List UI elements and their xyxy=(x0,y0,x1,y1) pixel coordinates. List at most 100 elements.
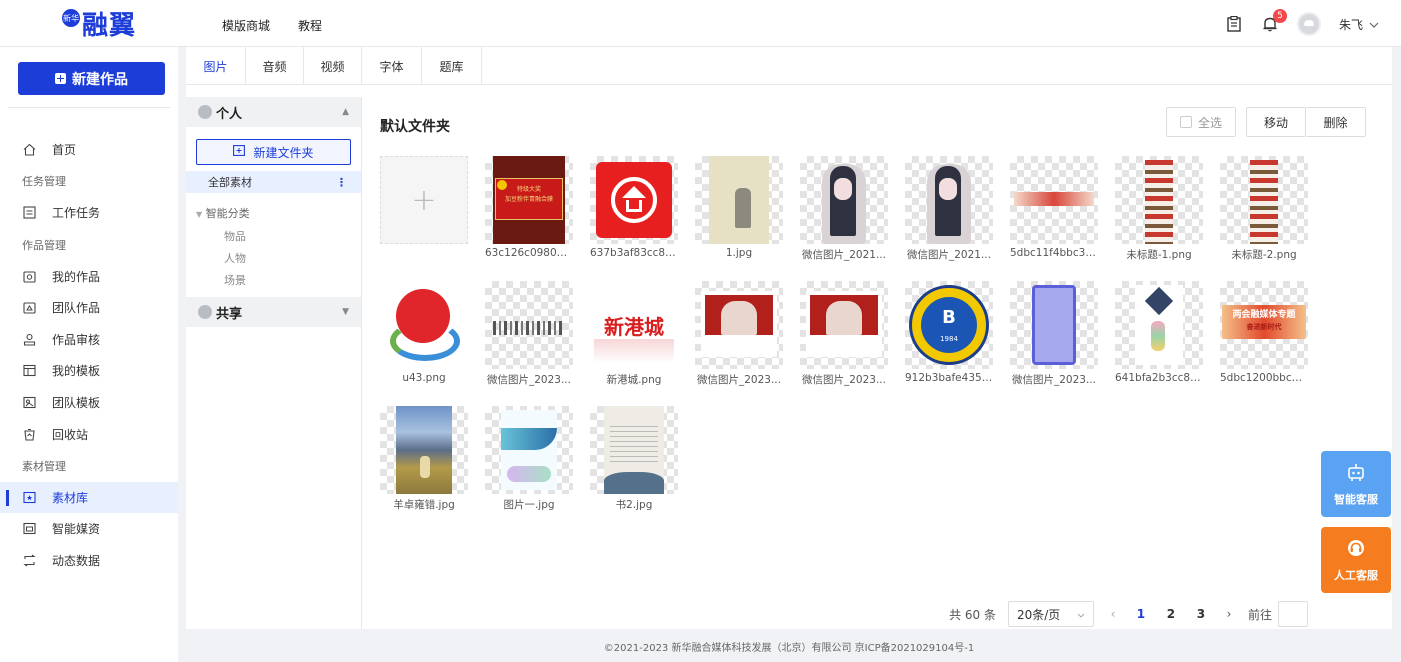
material-thumbnail[interactable]: B 1984 xyxy=(905,281,993,369)
material-thumbnail[interactable] xyxy=(800,281,888,369)
move-button[interactable]: 移动 xyxy=(1246,107,1306,137)
material-card[interactable]: 未标题-2.png xyxy=(1220,156,1308,261)
folder-objects[interactable]: 物品 xyxy=(186,225,361,247)
material-thumbnail[interactable]: 特级大奖 加豆粉伴青融合膜 xyxy=(485,156,573,244)
material-name: 63c126c0980bd... xyxy=(485,247,573,259)
material-card[interactable]: u43.png xyxy=(380,281,468,386)
material-thumbnail[interactable] xyxy=(1010,156,1098,244)
material-card[interactable]: 641bfa2b3cc89... xyxy=(1115,281,1203,386)
add-icon[interactable]: + xyxy=(380,156,468,244)
material-card[interactable]: 未标题-1.png xyxy=(1115,156,1203,261)
material-card[interactable]: 微信图片_2023... xyxy=(800,281,888,386)
tab-question-bank[interactable]: 题库 xyxy=(422,47,482,85)
smart-category[interactable]: ▼ 智能分类 xyxy=(186,193,361,221)
folder-scenes[interactable]: 场景 xyxy=(186,269,361,291)
material-thumbnail[interactable] xyxy=(380,281,468,369)
banner-subtext: 奋进新时代 xyxy=(1246,323,1282,331)
material-card[interactable]: 5dbc11f4bbc3e1... xyxy=(1010,156,1098,261)
jump-input[interactable] xyxy=(1278,601,1308,627)
sidebar-item-home[interactable]: 首页 xyxy=(0,134,178,166)
nav-template-store[interactable]: 模版商城 xyxy=(222,17,270,34)
team-works-icon xyxy=(22,301,36,315)
tab-audio[interactable]: 音频 xyxy=(246,47,304,85)
tab-video[interactable]: 视频 xyxy=(304,47,362,85)
media-icon xyxy=(22,522,36,536)
page-3[interactable]: 3 xyxy=(1192,607,1210,621)
new-work-button[interactable]: 新建作品 xyxy=(18,62,165,95)
sidebar-item-work-tasks[interactable]: 工作任务 xyxy=(0,197,178,229)
material-thumbnail[interactable]: 新港城 xyxy=(590,281,678,369)
content-area: 默认文件夹 全选 移动 删除 + 特级大奖 加豆粉伴青融合膜 63c126c09… xyxy=(380,97,1392,629)
material-thumbnail[interactable] xyxy=(1115,156,1203,244)
next-page-icon[interactable]: › xyxy=(1222,607,1236,621)
material-card[interactable]: 特级大奖 加豆粉伴青融合膜 63c126c0980bd... xyxy=(485,156,573,261)
material-card[interactable]: 书2.jpg xyxy=(590,406,678,511)
upload-card[interactable]: + xyxy=(380,156,468,261)
material-thumbnail[interactable] xyxy=(590,156,678,244)
logo[interactable]: 新华 融翼 xyxy=(62,6,136,41)
material-card[interactable]: 637b3af83cc89... xyxy=(590,156,678,261)
material-thumbnail[interactable] xyxy=(1010,281,1098,369)
material-card[interactable]: B 1984 912b3bafe4354... xyxy=(905,281,993,386)
clipboard-icon[interactable] xyxy=(1225,15,1243,33)
page-1[interactable]: 1 xyxy=(1132,607,1150,621)
material-card[interactable]: 微信图片_2023... xyxy=(1010,281,1098,386)
sidebar-item-review[interactable]: 作品审核 xyxy=(0,324,178,356)
material-card[interactable]: 新港城 新港城.png xyxy=(590,281,678,386)
sidebar-item-team-templates[interactable]: 团队模板 xyxy=(0,387,178,419)
page-size-select[interactable]: 20条/页 xyxy=(1007,601,1094,627)
delete-button[interactable]: 删除 xyxy=(1306,107,1366,137)
nav-tutorial[interactable]: 教程 xyxy=(298,17,322,34)
tab-images[interactable]: 图片 xyxy=(186,47,246,85)
material-thumbnail[interactable] xyxy=(695,281,783,369)
prev-page-icon[interactable]: ‹ xyxy=(1106,607,1120,621)
personal-folder-header[interactable]: 个人 ▲ xyxy=(186,97,361,127)
material-thumbnail[interactable] xyxy=(485,406,573,494)
material-thumbnail[interactable] xyxy=(485,281,573,369)
sidebar-item-dynamic-data[interactable]: 动态数据 xyxy=(0,545,178,577)
folder-all-materials[interactable]: 全部素材 ⋮ xyxy=(186,171,361,193)
page-jump: 前往 xyxy=(1248,601,1308,627)
bell-icon[interactable]: 5 xyxy=(1261,9,1287,33)
material-card[interactable]: 微信图片_2021... xyxy=(800,156,888,261)
more-icon[interactable]: ⋮ xyxy=(336,176,347,189)
library-icon xyxy=(22,490,36,504)
shared-label: 共享 xyxy=(216,306,243,322)
sidebar-item-my-templates[interactable]: 我的模板 xyxy=(0,355,178,387)
folder-people[interactable]: 人物 xyxy=(186,247,361,269)
team-template-icon xyxy=(22,396,36,410)
material-thumbnail[interactable] xyxy=(695,156,783,244)
select-all-checkbox[interactable]: 全选 xyxy=(1166,107,1236,137)
material-thumbnail[interactable] xyxy=(1220,156,1308,244)
human-service-button[interactable]: 人工客服 xyxy=(1321,527,1391,593)
sidebar-item-library[interactable]: 素材库 xyxy=(0,481,178,514)
material-card[interactable]: 微信图片_2021... xyxy=(905,156,993,261)
material-card[interactable]: 微信图片_2023... xyxy=(485,281,573,386)
material-card[interactable]: 图片一.jpg xyxy=(485,406,573,511)
works-icon xyxy=(22,269,36,283)
material-card[interactable]: 羊卓雍错.jpg xyxy=(380,406,468,511)
page-2[interactable]: 2 xyxy=(1162,607,1180,621)
ai-service-button[interactable]: 智能客服 xyxy=(1321,451,1391,517)
badge-letter: B xyxy=(942,307,956,328)
material-card[interactable]: 两会融媒体专题 奋进新时代 5dbc1200bbc3e... xyxy=(1220,281,1308,386)
material-thumbnail[interactable] xyxy=(905,156,993,244)
shared-folder-header[interactable]: 共享 ▼ xyxy=(186,297,361,327)
sidebar-item-team-works[interactable]: 团队作品 xyxy=(0,292,178,324)
material-thumbnail[interactable] xyxy=(590,406,678,494)
action-group: 移动 删除 xyxy=(1246,107,1366,137)
sidebar-item-recycle[interactable]: 回收站 xyxy=(0,418,178,450)
total-count: 共 60 条 xyxy=(949,607,996,622)
material-thumbnail[interactable]: 两会融媒体专题 奋进新时代 xyxy=(1220,281,1308,369)
new-folder-button[interactable]: 新建文件夹 xyxy=(196,139,351,165)
tab-fonts[interactable]: 字体 xyxy=(362,47,422,85)
material-card[interactable]: 微信图片_2023... xyxy=(695,281,783,386)
material-card[interactable]: 1.jpg xyxy=(695,156,783,261)
material-thumbnail[interactable] xyxy=(1115,281,1203,369)
avatar[interactable] xyxy=(1296,12,1321,36)
sidebar-item-my-works[interactable]: 我的作品 xyxy=(0,260,178,292)
material-thumbnail[interactable] xyxy=(800,156,888,244)
material-thumbnail[interactable] xyxy=(380,406,468,494)
sidebar-item-media[interactable]: 智能媒资 xyxy=(0,513,178,545)
user-menu[interactable]: 朱飞 xyxy=(1339,16,1379,33)
